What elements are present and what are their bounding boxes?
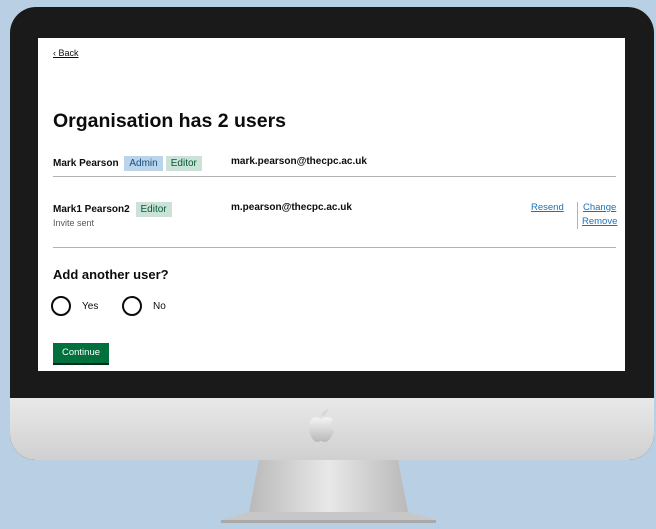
page-title: Organisation has 2 users [53, 110, 287, 132]
admin-tag: Admin [124, 156, 163, 171]
editor-tag: Editor [135, 202, 172, 217]
radio-no[interactable] [122, 296, 142, 316]
screen: ‹ Back Organisation has 2 users Mark Pea… [38, 38, 625, 371]
imac-monitor: ‹ Back Organisation has 2 users Mark Pea… [10, 7, 654, 460]
user-row: Mark1 Pearson2 Editor Invite sent m.pear… [53, 202, 617, 248]
editor-tag: Editor [165, 156, 202, 171]
radio-yes-label[interactable]: Yes [82, 301, 98, 312]
user-name: Mark Pearson Admin Editor [53, 156, 202, 171]
change-link[interactable]: Change [583, 202, 616, 213]
action-divider [577, 202, 578, 229]
user-name: Mark1 Pearson2 Editor [53, 202, 172, 217]
resend-link[interactable]: Resend [531, 202, 564, 213]
invite-status: Invite sent [53, 218, 95, 228]
user-email: m.pearson@thecpc.ac.uk [231, 202, 352, 213]
user-name-text: Mark Pearson [53, 158, 119, 170]
add-user-question: Add another user? [53, 267, 169, 282]
radio-no-label[interactable]: No [153, 301, 166, 312]
apple-logo-icon [308, 409, 334, 442]
back-label: Back [58, 48, 79, 58]
user-name-text: Mark1 Pearson2 [53, 204, 130, 216]
back-link[interactable]: ‹ Back [53, 48, 79, 58]
user-email: mark.pearson@thecpc.ac.uk [231, 156, 367, 167]
continue-button[interactable]: Continue [53, 343, 109, 363]
user-row: Mark Pearson Admin Editor mark.pearson@th… [53, 156, 616, 177]
remove-link[interactable]: Remove [582, 216, 617, 227]
radio-yes[interactable] [51, 296, 71, 316]
